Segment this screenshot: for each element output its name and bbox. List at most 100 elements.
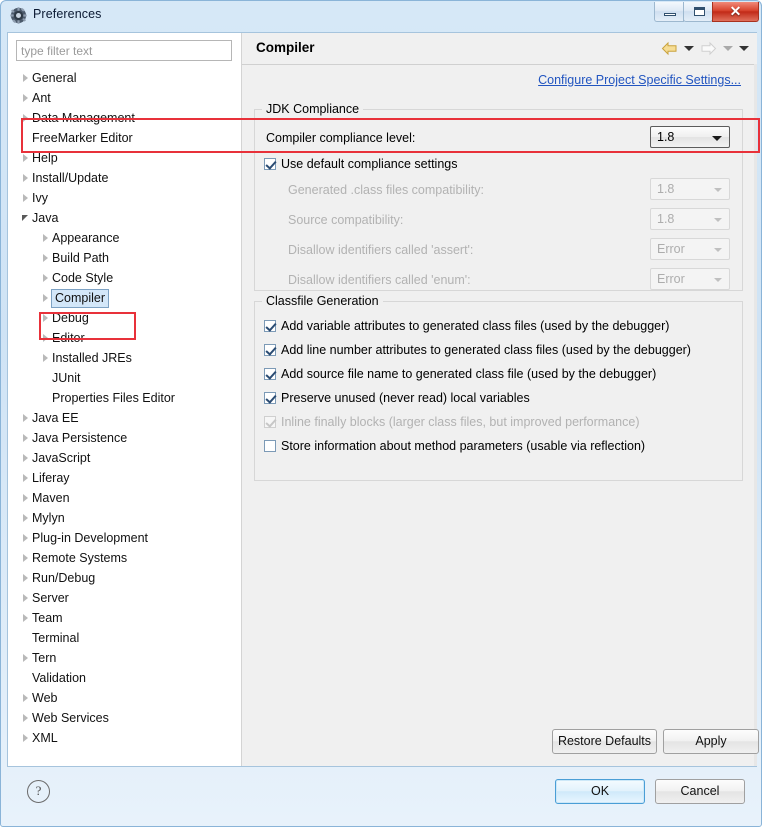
chevron-right-icon	[42, 254, 48, 263]
minimize-button[interactable]	[654, 2, 684, 22]
page-overflow-chevron-down-icon[interactable]	[739, 46, 749, 51]
sidebar-item-terminal[interactable]: Terminal	[8, 628, 241, 648]
chevron-right-icon[interactable]	[38, 248, 52, 268]
chevron-right-icon[interactable]	[18, 448, 32, 468]
sidebar-item-junit[interactable]: JUnit	[8, 368, 241, 388]
chevron-right-icon[interactable]	[18, 568, 32, 588]
chevron-right-icon[interactable]	[18, 148, 32, 168]
forward-arrow-icon	[700, 41, 717, 56]
apply-button[interactable]: Apply	[663, 729, 759, 754]
sidebar-item-javascript[interactable]: JavaScript	[8, 448, 241, 468]
chevron-right-icon[interactable]	[18, 108, 32, 128]
sidebar-item-java-persistence[interactable]: Java Persistence	[8, 428, 241, 448]
chevron-right-icon[interactable]	[18, 428, 32, 448]
maximize-button[interactable]	[683, 2, 713, 22]
sidebar-item-validation[interactable]: Validation	[8, 668, 241, 688]
sidebar-item-mylyn[interactable]: Mylyn	[8, 508, 241, 528]
chevron-right-icon[interactable]	[18, 408, 32, 428]
sidebar-item-help[interactable]: Help	[8, 148, 241, 168]
compiler-compliance-level-combo[interactable]: 1.8	[650, 126, 730, 148]
ok-button[interactable]: OK	[555, 779, 645, 804]
sidebar-item-install-update[interactable]: Install/Update	[8, 168, 241, 188]
sidebar-item-liferay[interactable]: Liferay	[8, 468, 241, 488]
cancel-button[interactable]: Cancel	[655, 779, 745, 804]
classfile-option-checkbox[interactable]	[264, 440, 276, 452]
filter-input[interactable]	[16, 40, 232, 61]
classfile-option-add-line-number-attributes[interactable]: Add line number attributes to generated …	[264, 343, 691, 357]
chevron-right-icon[interactable]	[18, 188, 32, 208]
chevron-down-icon[interactable]	[18, 208, 32, 228]
chevron-right-icon[interactable]	[38, 228, 52, 248]
sidebar-item-build-path[interactable]: Build Path	[8, 248, 241, 268]
sidebar-item-installed-jres[interactable]: Installed JREs	[8, 348, 241, 368]
classfile-option-checkbox[interactable]	[264, 368, 276, 380]
configure-project-specific-settings-link[interactable]: Configure Project Specific Settings...	[538, 73, 741, 87]
sidebar-item-code-style[interactable]: Code Style	[8, 268, 241, 288]
chevron-right-icon[interactable]	[18, 588, 32, 608]
chevron-right-icon[interactable]	[18, 608, 32, 628]
classfile-option-checkbox[interactable]	[264, 392, 276, 404]
preferences-tree[interactable]: General Ant Data Management FreeMarker Edit…	[8, 68, 241, 763]
help-question-icon[interactable]: ?	[27, 780, 50, 803]
sidebar-item-general[interactable]: General	[8, 68, 241, 88]
sidebar-item-debug[interactable]: Debug	[8, 308, 241, 328]
classfile-option-store-information-about-method[interactable]: Store information about method parameter…	[264, 439, 645, 453]
sidebar-item-remote-systems[interactable]: Remote Systems	[8, 548, 241, 568]
classfile-option-preserve-unused-never-read[interactable]: Preserve unused (never read) local varia…	[264, 391, 530, 405]
sidebar-item-web[interactable]: Web	[8, 688, 241, 708]
chevron-right-icon[interactable]	[38, 288, 52, 308]
chevron-right-icon[interactable]	[18, 548, 32, 568]
classfile-option-add-source-file-name[interactable]: Add source file name to generated class …	[264, 367, 656, 381]
chevron-right-icon[interactable]	[18, 728, 32, 748]
back-history-chevron-down-icon[interactable]	[684, 46, 694, 51]
chevron-right-icon[interactable]	[18, 168, 32, 188]
sidebar-item-label: Terminal	[32, 631, 80, 645]
classfile-option-checkbox[interactable]	[264, 320, 276, 332]
sidebar-item-server[interactable]: Server	[8, 588, 241, 608]
sidebar-item-java[interactable]: Java	[8, 208, 241, 228]
chevron-right-icon	[22, 714, 28, 723]
chevron-right-icon[interactable]	[38, 268, 52, 288]
close-button[interactable]: ✕	[712, 2, 759, 22]
chevron-right-icon[interactable]	[18, 648, 32, 668]
content-scrollbar[interactable]	[754, 64, 757, 766]
sidebar-item-compiler[interactable]: Compiler	[8, 288, 241, 308]
chevron-right-icon[interactable]	[18, 68, 32, 88]
sidebar-item-ant[interactable]: Ant	[8, 88, 241, 108]
sidebar-item-editor[interactable]: Editor	[8, 328, 241, 348]
sidebar-item-ivy[interactable]: Ivy	[8, 188, 241, 208]
sidebar-item-run-debug[interactable]: Run/Debug	[8, 568, 241, 588]
sidebar-item-data-management[interactable]: Data Management	[8, 108, 241, 128]
classfile-option-add-variable-attributes-to[interactable]: Add variable attributes to generated cla…	[264, 319, 669, 333]
sidebar-item-maven[interactable]: Maven	[8, 488, 241, 508]
sidebar-item-label: Debug	[52, 311, 89, 325]
sidebar-item-appearance[interactable]: Appearance	[8, 228, 241, 248]
classfile-option-checkbox[interactable]	[264, 344, 276, 356]
sidebar-item-xml[interactable]: XML	[8, 728, 241, 748]
chevron-right-icon[interactable]	[38, 308, 52, 328]
sidebar-item-java-ee[interactable]: Java EE	[8, 408, 241, 428]
sidebar-item-properties-files-editor[interactable]: Properties Files Editor	[8, 388, 241, 408]
chevron-right-icon[interactable]	[38, 328, 52, 348]
use-default-compliance-settings-checkbox[interactable]	[264, 158, 276, 170]
sidebar-item-label: Liferay	[32, 471, 70, 485]
restore-defaults-button[interactable]: Restore Defaults	[552, 729, 657, 754]
sidebar-item-plug-in-development[interactable]: Plug-in Development	[8, 528, 241, 548]
disallow-assert-label: Disallow identifiers called 'assert':	[288, 243, 474, 257]
chevron-right-icon[interactable]	[18, 488, 32, 508]
chevron-right-icon[interactable]	[18, 88, 32, 108]
sidebar-item-web-services[interactable]: Web Services	[8, 708, 241, 728]
sidebar-item-tern[interactable]: Tern	[8, 648, 241, 668]
chevron-right-icon[interactable]	[18, 468, 32, 488]
sidebar-item-label: Code Style	[52, 271, 114, 285]
chevron-right-icon[interactable]	[18, 508, 32, 528]
use-default-compliance-settings-row[interactable]: Use default compliance settings	[264, 157, 457, 171]
sidebar-item-freemarker-editor[interactable]: FreeMarker Editor	[8, 128, 241, 148]
chevron-right-icon[interactable]	[38, 348, 52, 368]
chevron-right-icon[interactable]	[18, 708, 32, 728]
chevron-right-icon[interactable]	[18, 528, 32, 548]
preferences-tree-pane: General Ant Data Management FreeMarker Edit…	[8, 33, 242, 766]
chevron-right-icon[interactable]	[18, 688, 32, 708]
sidebar-item-team[interactable]: Team	[8, 608, 241, 628]
back-arrow-icon[interactable]	[661, 41, 678, 56]
